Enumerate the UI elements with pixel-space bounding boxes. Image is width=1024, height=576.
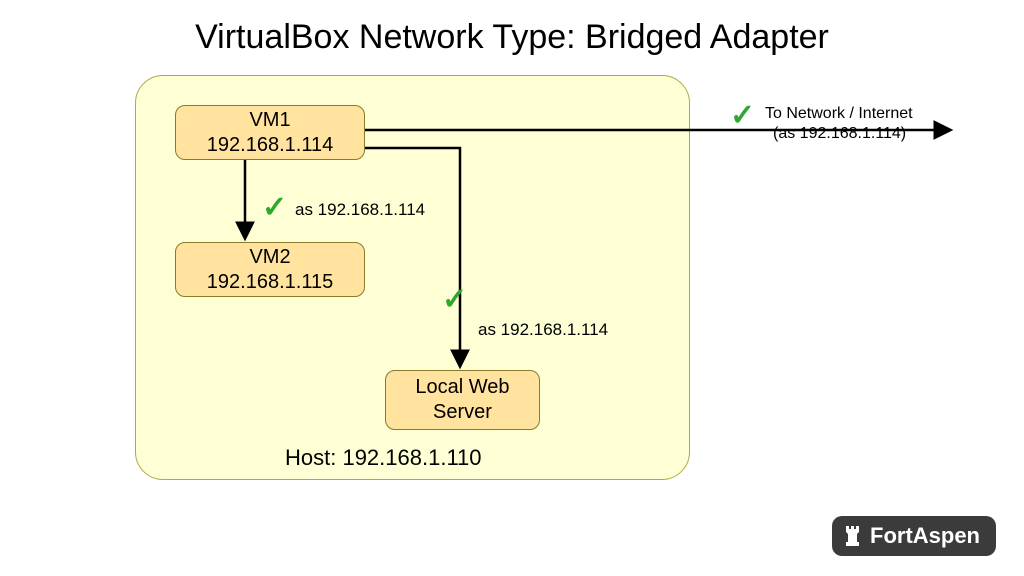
node-vm1: VM1 192.168.1.114: [175, 105, 365, 160]
check-icon: ✓: [262, 190, 287, 225]
check-icon: ✓: [442, 282, 467, 317]
rook-icon: [844, 524, 864, 548]
node-vm2-ip: 192.168.1.115: [176, 270, 364, 295]
brand-logo: FortAspen: [832, 516, 996, 556]
brand-name: FortAspen: [870, 523, 980, 549]
check-icon: ✓: [730, 98, 755, 133]
node-web-line2: Server: [386, 400, 539, 425]
node-local-web-server: Local Web Server: [385, 370, 540, 430]
diagram-title: VirtualBox Network Type: Bridged Adapter: [0, 18, 1024, 57]
edge-label-internet-line1: To Network / Internet: [765, 105, 913, 123]
node-vm2-name: VM2: [176, 245, 364, 270]
host-label: Host: 192.168.1.110: [285, 445, 482, 471]
node-vm1-name: VM1: [176, 108, 364, 133]
edge-label-vm1-vm2: as 192.168.1.114: [295, 200, 425, 220]
node-vm2: VM2 192.168.1.115: [175, 242, 365, 297]
edge-label-internet-line2: (as 192.168.1.114): [773, 125, 906, 143]
node-web-line1: Local Web: [386, 375, 539, 400]
edge-label-vm1-web: as 192.168.1.114: [478, 320, 608, 340]
node-vm1-ip: 192.168.1.114: [176, 133, 364, 158]
